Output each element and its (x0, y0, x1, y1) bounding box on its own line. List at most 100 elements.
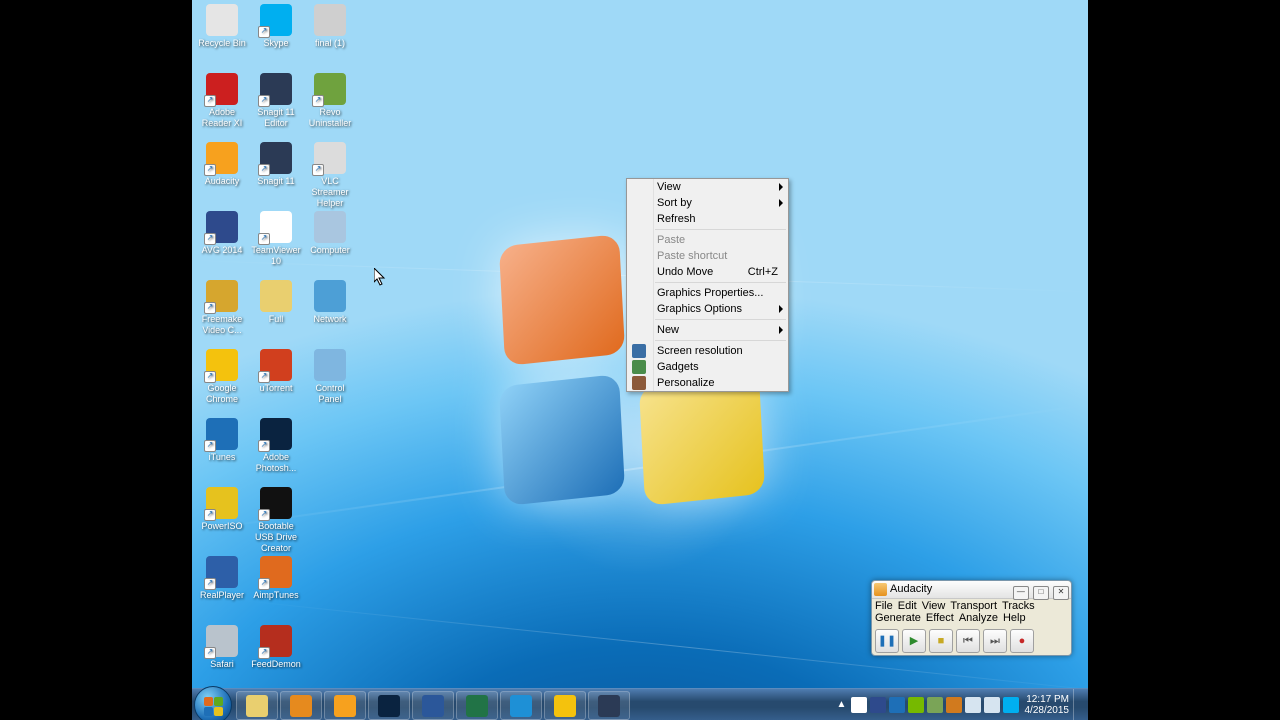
taskbar[interactable]: ▲ 12:17 PM 4/28/2015 (192, 688, 1088, 720)
taskbar-item-snagit-task[interactable] (588, 691, 630, 720)
tray-bt-icon[interactable] (889, 697, 905, 713)
utorrent-icon: ↗ (260, 349, 292, 381)
close-button[interactable]: ✕ (1053, 586, 1069, 600)
desktop-icon-realplayer[interactable]: ↗RealPlayer (195, 556, 249, 601)
menu-item-graphics-options[interactable]: Graphics Options (627, 301, 788, 317)
desktop-icon-full[interactable]: Full (249, 280, 303, 325)
audacity-menubar[interactable]: File Edit View Transport Tracks Generate Effec… (872, 599, 1071, 627)
menu-item-sort-by[interactable]: Sort by (627, 195, 788, 211)
desktop-icon-poweriso[interactable]: ↗PowerISO (195, 487, 249, 532)
desktop-icon-label: Snagit 11 (249, 176, 303, 187)
shortcut-arrow-icon: ↗ (204, 164, 216, 176)
taskbar-item-excel[interactable] (456, 691, 498, 720)
taskbar-item-wmp[interactable] (280, 691, 322, 720)
desktop-icon-snagit-11[interactable]: ↗Snagit 11 (249, 142, 303, 187)
audacity-icon (874, 583, 887, 596)
menu-item-view[interactable]: View (627, 179, 788, 195)
menu-item-refresh[interactable]: Refresh (627, 211, 788, 227)
audacity-stop-button[interactable]: ■ (929, 629, 953, 653)
menu-item-undo-move[interactable]: Undo MoveCtrl+Z (627, 264, 788, 280)
start-button[interactable] (194, 686, 232, 720)
audacity-titlebar[interactable]: Audacity — □ ✕ (872, 581, 1071, 599)
desktop-icon-recycle-bin[interactable]: Recycle Bin (195, 4, 249, 49)
desktop-icon-itunes[interactable]: ↗iTunes (195, 418, 249, 463)
taskbar-item-explorer[interactable] (236, 691, 278, 720)
desktop-icon-bootable-usb[interactable]: ↗Bootable USB Drive Creator (249, 487, 303, 554)
snagit-editor-icon: ↗ (260, 73, 292, 105)
taskbar-item-photoshop-task[interactable] (368, 691, 410, 720)
desktop-icon-label: final (1) (303, 38, 357, 49)
audacity-menu-help[interactable]: Help (1003, 612, 1026, 624)
desktop-context-menu[interactable]: ViewSort byRefreshPastePaste shortcutUnd… (626, 178, 789, 392)
taskbar-item-chrome-task[interactable] (544, 691, 586, 720)
tray-realtek-icon[interactable] (946, 697, 962, 713)
audacity-play-button[interactable]: ▶ (902, 629, 926, 653)
tray-overflow-button[interactable]: ▲ (836, 697, 848, 713)
desktop-icon-teamviewer[interactable]: ↗TeamViewer 10 (249, 211, 303, 267)
menu-item-graphics-properties[interactable]: Graphics Properties... (627, 285, 788, 301)
menu-item-label: New (657, 324, 679, 336)
menu-item-new[interactable]: New (627, 322, 788, 338)
desktop-icon-safari[interactable]: ↗Safari (195, 625, 249, 670)
menu-separator (655, 319, 786, 320)
desktop-icon-photoshop[interactable]: ↗Adobe Photosh... (249, 418, 303, 474)
audacity-menu-generate[interactable]: Generate (875, 612, 921, 624)
desktop-icon-label: Freemake Video C... (195, 314, 249, 336)
tray-flag-icon[interactable] (851, 697, 867, 713)
desktop[interactable]: Recycle Bin↗Skypefinal (1)↗Adobe Reader … (192, 0, 1088, 689)
tray-skype-tray-icon[interactable] (1003, 697, 1019, 713)
desktop-icon-revo-uninstaller[interactable]: ↗Revo Uninstaller (303, 73, 357, 129)
maximize-button[interactable]: □ (1033, 586, 1049, 600)
audacity-window[interactable]: Audacity — □ ✕ File Edit View Transport Trac… (871, 580, 1072, 656)
audacity-menu-tracks[interactable]: Tracks (1002, 600, 1035, 612)
shortcut-arrow-icon: ↗ (258, 647, 270, 659)
menu-item-gadgets[interactable]: Gadgets (627, 359, 788, 375)
menu-item-screen-resolution[interactable]: Screen resolution (627, 343, 788, 359)
menu-item-label: Personalize (657, 377, 714, 389)
audacity-skip-end-button[interactable]: ⏭ (983, 629, 1007, 653)
tray-avg-icon[interactable] (870, 697, 886, 713)
audacity-menu-effect[interactable]: Effect (926, 612, 954, 624)
audacity-menu-file[interactable]: File (875, 600, 893, 612)
desktop-icon-adobe-reader[interactable]: ↗Adobe Reader XI (195, 73, 249, 129)
audacity-menu-view[interactable]: View (922, 600, 946, 612)
menu-item-label: Graphics Properties... (657, 287, 763, 299)
taskbar-clock[interactable]: 12:17 PM 4/28/2015 (1025, 694, 1070, 716)
desktop-icon-aimp[interactable]: ↗AimpTunes (249, 556, 303, 601)
desktop-icon-label: Bootable USB Drive Creator (249, 521, 303, 554)
audacity-menu-analyze[interactable]: Analyze (959, 612, 998, 624)
desktop-icon-freemake[interactable]: ↗Freemake Video C... (195, 280, 249, 336)
desktop-icon-label: Adobe Reader XI (195, 107, 249, 129)
taskbar-item-word[interactable] (412, 691, 454, 720)
desktop-icon-vlc-streamer[interactable]: ↗VLC Streamer Helper (303, 142, 357, 209)
menu-item-personalize[interactable]: Personalize (627, 375, 788, 391)
tray-safely-remove-icon[interactable] (927, 697, 943, 713)
show-desktop-button[interactable] (1073, 689, 1084, 720)
audacity-skip-start-button[interactable]: ⏮ (956, 629, 980, 653)
desktop-icon-audacity[interactable]: ↗Audacity (195, 142, 249, 187)
adobe-reader-icon: ↗ (206, 73, 238, 105)
desktop-icon-chrome[interactable]: ↗Google Chrome (195, 349, 249, 405)
desktop-icon-skype[interactable]: ↗Skype (249, 4, 303, 49)
skip-end-icon: ⏭ (990, 636, 1000, 647)
desktop-icon-avg-2014[interactable]: ↗AVG 2014 (195, 211, 249, 256)
desktop-icon-network[interactable]: Network (303, 280, 357, 325)
audacity-menu-transport[interactable]: Transport (950, 600, 997, 612)
audacity-menu-edit[interactable]: Edit (898, 600, 917, 612)
taskbar-item-audacity-task[interactable] (324, 691, 366, 720)
shortcut-arrow-icon: ↗ (204, 578, 216, 590)
desktop-icon-control-panel[interactable]: Control Panel (303, 349, 357, 405)
bootable-usb-icon: ↗ (260, 487, 292, 519)
desktop-icon-final-1[interactable]: final (1) (303, 4, 357, 49)
desktop-icon-feeddemon[interactable]: ↗FeedDemon (249, 625, 303, 670)
desktop-icon-computer[interactable]: Computer (303, 211, 357, 256)
audacity-pause-button[interactable]: ❚❚ (875, 629, 899, 653)
tray-volume-icon[interactable] (984, 697, 1000, 713)
tray-network-icon[interactable] (965, 697, 981, 713)
audacity-record-button[interactable]: ● (1010, 629, 1034, 653)
desktop-icon-snagit-editor[interactable]: ↗Snagit 11 Editor (249, 73, 303, 129)
minimize-button[interactable]: — (1013, 586, 1029, 600)
tray-nvidia-icon[interactable] (908, 697, 924, 713)
taskbar-item-ie[interactable] (500, 691, 542, 720)
desktop-icon-utorrent[interactable]: ↗uTorrent (249, 349, 303, 394)
